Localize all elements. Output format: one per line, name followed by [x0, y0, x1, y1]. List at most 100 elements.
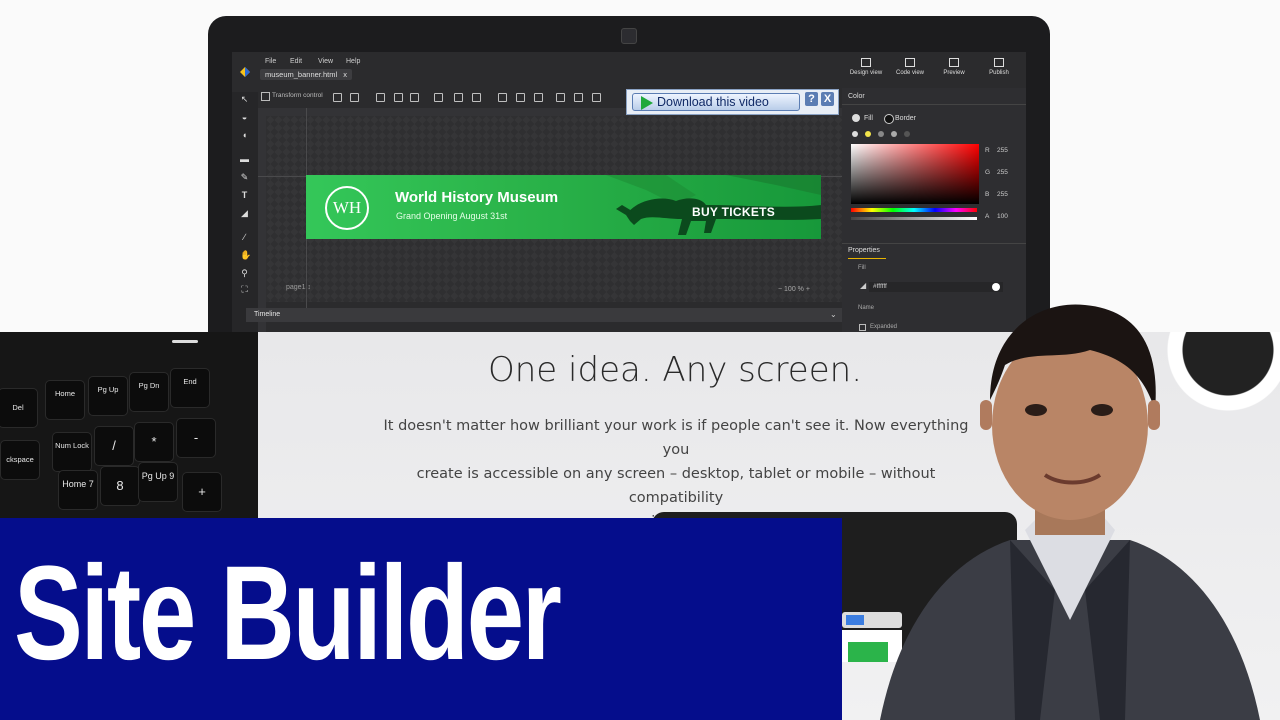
file-tab[interactable]: museum_banner.html x [260, 69, 352, 80]
chevron-down-icon[interactable]: ⌄ [830, 310, 837, 319]
paint-bucket-icon[interactable]: ◢ [240, 208, 249, 219]
distribute-bottom-icon[interactable] [534, 93, 543, 102]
distribute-right-icon[interactable] [592, 93, 601, 102]
red-input[interactable]: 255 [997, 147, 1019, 154]
pointer-tool-icon[interactable]: ↖ [240, 94, 249, 105]
link-icon[interactable] [350, 93, 359, 102]
hand-tool-icon[interactable]: ✋ [240, 250, 251, 261]
transform-control-label: Transform control [272, 92, 323, 99]
download-video-button[interactable]: Download this video [632, 93, 800, 111]
preview-button[interactable]: Preview [932, 58, 976, 76]
fill-tab[interactable]: Fill [864, 115, 873, 122]
green-label: G [985, 169, 991, 176]
file-tab-label: museum_banner.html [265, 70, 338, 79]
blue-label: B [985, 191, 990, 198]
presenter-photo [880, 304, 1260, 720]
key-backspace: ckspace [0, 440, 40, 480]
distribute-left-icon[interactable] [556, 93, 565, 102]
color-panel-title: Color [848, 93, 865, 100]
distribute-top-icon[interactable] [498, 93, 507, 102]
code-view-button[interactable]: Code view [888, 58, 932, 76]
design-view-icon [861, 58, 871, 67]
publish-label: Publish [989, 70, 1009, 76]
download-toolbar: Download this video ? X [626, 89, 839, 115]
key-8: 8 [100, 466, 140, 506]
close-icon[interactable]: X [821, 92, 834, 106]
fit-screen-icon[interactable]: ⛶ [240, 284, 249, 295]
key-7: Home 7 [58, 470, 98, 510]
key-del: Del [0, 388, 38, 428]
museum-banner[interactable]: WH World History Museum Grand Opening Au… [306, 175, 821, 239]
preview-label: Preview [943, 70, 965, 76]
hue-slider[interactable] [851, 208, 977, 212]
properties-panel-title: Properties [848, 247, 880, 254]
menu-edit[interactable]: Edit [290, 58, 302, 65]
vertical-ruler [258, 116, 266, 332]
zoom-tool-icon[interactable]: ⚲ [240, 268, 249, 279]
buy-tickets-button[interactable]: BUY TICKETS [692, 205, 775, 219]
align-right-icon[interactable] [472, 93, 481, 102]
align-top-icon[interactable] [376, 93, 385, 102]
alpha-input[interactable]: 100 [997, 213, 1019, 220]
align-center-icon[interactable] [454, 93, 463, 102]
code-view-icon [905, 58, 915, 67]
alpha-slider[interactable] [851, 217, 977, 220]
subselect-tool-icon[interactable]: ◖ [240, 130, 249, 140]
key-multiply: * [134, 422, 174, 462]
color-picker-area[interactable] [851, 144, 979, 204]
menu-file[interactable]: File [265, 58, 276, 65]
key-numlock: Num Lock [52, 432, 92, 472]
alpha-label: A [985, 213, 990, 220]
app-logo-icon [240, 67, 250, 77]
solid-color-swatch[interactable] [865, 131, 871, 137]
menu-help[interactable]: Help [346, 58, 360, 65]
blue-input[interactable]: 255 [997, 191, 1019, 198]
key-minus: - [176, 418, 216, 458]
border-tab[interactable]: Border [895, 115, 916, 122]
key-home: Home [45, 380, 85, 420]
radial-swatch[interactable] [891, 131, 897, 137]
eraser-tool-icon[interactable]: ▬ [240, 154, 249, 164]
key-pgdn: Pg Dn [129, 372, 169, 412]
keyboard-indicator [172, 340, 198, 343]
keyboard-photo: Del Home Pg Up Pg Dn End ckspace Num Loc… [0, 332, 258, 532]
banner-subtitle: Grand Opening August 31st [396, 211, 508, 221]
timeline-label: Timeline [254, 311, 281, 318]
play-icon [641, 95, 653, 110]
code-view-label: Code view [895, 70, 924, 76]
distribute-center-icon[interactable] [574, 93, 583, 102]
banner-title: World History Museum [395, 189, 559, 206]
timeline-bar[interactable] [246, 308, 844, 322]
red-label: R [985, 147, 990, 154]
design-view-button[interactable]: Design view [844, 58, 888, 76]
webcam-icon [621, 28, 637, 44]
transform-control-checkbox[interactable] [261, 92, 270, 101]
pen-tool-icon[interactable]: ✎ [240, 172, 249, 183]
distribute-middle-icon[interactable] [516, 93, 525, 102]
select-frame-icon[interactable] [333, 93, 342, 102]
align-left-icon[interactable] [434, 93, 443, 102]
key-divide: / [94, 426, 134, 466]
transform-tool-icon[interactable]: ◒ [240, 112, 249, 122]
file-tab-close-icon[interactable]: x [343, 70, 347, 79]
paint-bucket-icon: ◢ [860, 281, 867, 290]
zoom-control[interactable]: − 100 % + [778, 286, 810, 293]
key-pgup: Pg Up [88, 376, 128, 416]
pattern-swatch[interactable] [904, 131, 910, 137]
eyedropper-tool-icon[interactable]: ∕ [240, 232, 249, 242]
publish-button[interactable]: Publish [977, 58, 1021, 76]
gradient-swatch[interactable] [878, 131, 884, 137]
no-color-swatch[interactable] [852, 131, 858, 137]
menu-view[interactable]: View [318, 58, 333, 65]
border-icon [884, 114, 894, 124]
page-selector[interactable]: page1 ↕ [286, 284, 311, 291]
text-tool-icon[interactable]: T [240, 190, 249, 200]
help-icon[interactable]: ? [805, 92, 818, 106]
key-plus: + [182, 472, 222, 512]
key-9: Pg Up 9 [138, 462, 178, 502]
fill-property-label: Fill [858, 265, 866, 271]
align-middle-icon[interactable] [394, 93, 403, 102]
green-input[interactable]: 255 [997, 169, 1019, 176]
align-bottom-icon[interactable] [410, 93, 419, 102]
key-end: End [170, 368, 210, 408]
